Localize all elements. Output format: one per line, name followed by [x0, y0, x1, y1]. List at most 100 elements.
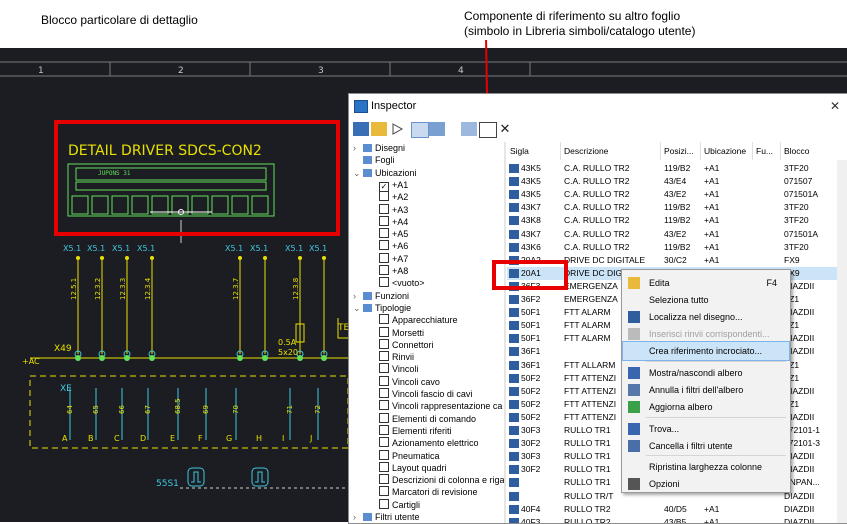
tree-leaf-item[interactable]: <vuoto>: [379, 277, 425, 289]
menu-item[interactable]: Cancella i filtri utente: [623, 437, 789, 455]
tree-leaf-item[interactable]: Apparecchiature: [379, 314, 458, 326]
tree-leaf-item[interactable]: Morsetti: [379, 326, 424, 339]
tree-group-item[interactable]: ⌄ Tipologie: [353, 302, 411, 314]
tree-leaf-item[interactable]: +A7: [379, 252, 408, 265]
tree-leaf-item[interactable]: Vincoli rappresentazione ca: [379, 400, 502, 412]
tree-leaf-item[interactable]: +A3: [379, 203, 408, 216]
tree-group-item[interactable]: Fogli: [353, 154, 395, 166]
checkbox[interactable]: [379, 363, 389, 374]
table-row[interactable]: 43K8 C.A. RULLO TR2 119/B2 +A1 3TF20: [507, 214, 847, 227]
checkbox[interactable]: [379, 461, 389, 472]
column-header[interactable]: Fu...: [753, 142, 781, 160]
checkbox[interactable]: [379, 228, 389, 239]
checkbox[interactable]: [379, 375, 389, 386]
checkbox[interactable]: [379, 203, 389, 214]
menu-item[interactable]: Seleziona tutto: [623, 291, 789, 309]
tree-leaf-item[interactable]: +A4: [379, 215, 408, 228]
tree-leaf-item[interactable]: +A5: [379, 228, 408, 240]
tree-leaf-item[interactable]: Rinvii: [379, 351, 414, 363]
column-header[interactable]: Posizi...: [661, 142, 701, 160]
close-icon[interactable]: ✕: [830, 99, 840, 113]
tree-leaf-item[interactable]: +A2: [379, 191, 408, 203]
tree-leaf-item[interactable]: Marcatori di revisione: [379, 486, 478, 498]
expand-icon[interactable]: ›: [353, 290, 361, 302]
checkbox[interactable]: [379, 240, 389, 251]
column-header[interactable]: Sigla: [507, 142, 561, 160]
toolbar-edit-icon[interactable]: [353, 122, 369, 136]
tree-leaf-item[interactable]: Vincoli fascio di cavi: [379, 388, 472, 400]
checkbox[interactable]: [379, 215, 389, 226]
toolbar-select-icon[interactable]: [371, 122, 387, 136]
menu-item[interactable]: Edita F4: [623, 274, 789, 292]
table-row[interactable]: 43K5 C.A. RULLO TR2 119/B2 +A1 3TF20: [507, 162, 847, 175]
tree-leaf-item[interactable]: Descrizioni di colonna e riga: [379, 474, 504, 486]
tree-grid-divider[interactable]: [504, 142, 506, 523]
expand-icon[interactable]: ⌄: [353, 302, 361, 314]
checkbox[interactable]: [379, 191, 389, 202]
table-row[interactable]: 43K5 C.A. RULLO TR2 43/E4 +A1 071507: [507, 175, 847, 188]
checkbox[interactable]: [379, 277, 389, 288]
tree-leaf-item[interactable]: Elementi riferiti: [379, 424, 452, 437]
checkbox[interactable]: [379, 412, 389, 423]
checkbox[interactable]: [379, 498, 389, 509]
tree-group-item[interactable]: › Filtri utente: [353, 511, 420, 523]
toolbar-close-filter-icon[interactable]: ✕: [497, 122, 513, 136]
menu-item[interactable]: Localizza nel disegno...: [623, 308, 789, 326]
table-cell: C.A. RULLO TR2: [564, 202, 630, 213]
tree-leaf-item[interactable]: Elementi di comando: [379, 412, 476, 425]
menu-item[interactable]: Ripristina larghezza colonne: [623, 458, 789, 476]
tree-leaf-item[interactable]: Layout quadri: [379, 461, 447, 474]
checkbox[interactable]: [379, 252, 389, 263]
expand-icon[interactable]: ›: [353, 511, 361, 523]
menu-item[interactable]: Aggiorna albero: [623, 398, 789, 416]
checkbox[interactable]: [379, 437, 389, 448]
table-row[interactable]: 43K7 C.A. RULLO TR2 119/B2 +A1 3TF20: [507, 201, 847, 214]
expand-icon[interactable]: ⌄: [353, 167, 361, 179]
tree-leaf-item[interactable]: Vincoli cavo: [379, 375, 440, 388]
tree-group-item[interactable]: › Disegni: [353, 142, 405, 154]
checkbox[interactable]: [379, 400, 389, 411]
tree-leaf-item[interactable]: +A6: [379, 240, 408, 252]
table-row[interactable]: 43K7 C.A. RULLO TR2 43/E2 +A1 071501A: [507, 228, 847, 241]
inspector-tree[interactable]: › Disegni Fogli ⌄ Ubicazioni ✓ +A1 +A2 +A3 +A4 +A5…: [351, 142, 504, 523]
checkbox[interactable]: [379, 351, 389, 362]
toolbar-options-icon[interactable]: [461, 122, 477, 136]
tree-leaf-item[interactable]: Azionamento elettrico: [379, 437, 479, 449]
tree-group-item[interactable]: › Funzioni: [353, 290, 409, 302]
menu-item[interactable]: Annulla i filtri dell'albero: [623, 381, 789, 399]
tree-group-item[interactable]: ⌄ Ubicazioni: [353, 167, 417, 179]
checkbox[interactable]: [379, 388, 389, 398]
toolbar-window-icon[interactable]: [479, 122, 497, 138]
menu-item[interactable]: Crea riferimento incrociato...: [622, 341, 790, 361]
context-menu[interactable]: Edita F4 Seleziona tutto Localizza nel dise…: [621, 269, 791, 493]
menu-item[interactable]: Mostra/nascondi albero: [623, 364, 789, 382]
grid-scrollbar[interactable]: [837, 160, 847, 523]
checkbox[interactable]: [379, 424, 389, 435]
tree-leaf-item[interactable]: Vincoli: [379, 363, 418, 375]
checkbox[interactable]: [379, 314, 389, 325]
toolbar-play-icon[interactable]: [389, 122, 405, 136]
column-header[interactable]: Blocco: [781, 142, 847, 160]
menu-item[interactable]: Opzioni: [623, 475, 789, 493]
checkbox[interactable]: [379, 449, 389, 460]
expand-icon[interactable]: ›: [353, 142, 361, 154]
table-row[interactable]: 43K5 C.A. RULLO TR2 43/E2 +A1 071501A: [507, 188, 847, 201]
tree-leaf-item[interactable]: Cartigli: [379, 498, 420, 511]
toolbar-filter-icon[interactable]: [429, 122, 445, 136]
menu-item[interactable]: Trova...: [623, 420, 789, 438]
checkbox[interactable]: [379, 338, 389, 349]
checkbox[interactable]: [379, 326, 389, 337]
checkbox[interactable]: [379, 265, 389, 275]
checkbox[interactable]: [379, 486, 389, 497]
tree-leaf-item[interactable]: Connettori: [379, 338, 434, 351]
tree-leaf-item[interactable]: Pneumatica: [379, 449, 440, 462]
table-row[interactable]: 43K6 C.A. RULLO TR2 119/B2 +A1 3TF20: [507, 241, 847, 254]
tree-leaf-item[interactable]: +A8: [379, 265, 408, 277]
table-row[interactable]: 40F4 RULLO TR2 40/D5 +A1 DIAZDII: [507, 503, 847, 516]
tree-leaf-item[interactable]: ✓ +A1: [379, 179, 408, 192]
inspector-titlebar[interactable]: Inspector ✕: [349, 94, 847, 118]
checkbox[interactable]: [379, 474, 389, 485]
column-header[interactable]: Descrizione: [561, 142, 661, 160]
column-header[interactable]: Ubicazione: [701, 142, 753, 160]
toolbar-tree-icon[interactable]: [411, 122, 429, 138]
